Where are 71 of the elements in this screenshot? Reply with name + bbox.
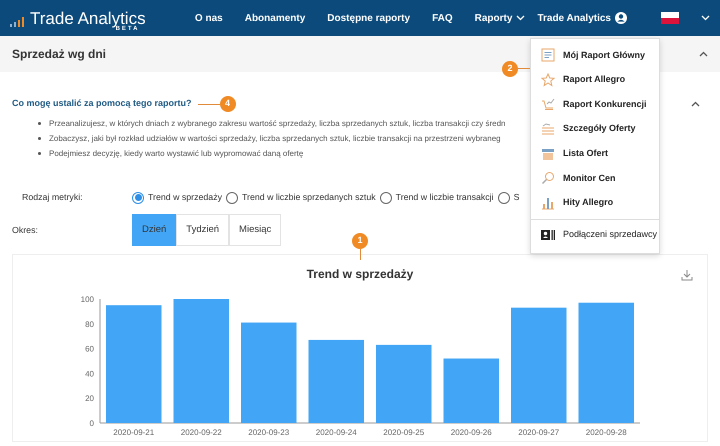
report-icon <box>541 196 555 210</box>
nav-link[interactable]: Dostępne raporty <box>327 10 410 26</box>
faq-question-link[interactable]: Co mogę ustalić za pomocą tego raportu? <box>12 97 192 111</box>
download-icon[interactable] <box>681 269 693 282</box>
chevron-up-icon[interactable] <box>699 51 708 57</box>
dropdown-item[interactable]: Podłączeni sprzedawcy <box>531 219 659 250</box>
dropdown-item[interactable]: Hity Allegro <box>531 190 659 216</box>
account-name[interactable]: Trade Analytics <box>537 10 611 26</box>
nav-link[interactable]: Raporty <box>474 10 526 26</box>
contact-card-icon <box>541 228 555 241</box>
bullet-text: Przeanalizujesz, w których dniach z wybranego zakresu wartość sprzedaży, liczba sprzedanych sztuk, liczba transakcji czy średn <box>49 118 506 130</box>
callout-marker: 2 <box>502 61 518 77</box>
chevron-down-icon[interactable] <box>701 15 710 21</box>
radio-icon[interactable] <box>132 192 144 204</box>
chevron-down-icon[interactable] <box>516 15 526 21</box>
nav-link[interactable]: FAQ <box>432 10 453 26</box>
x-tick-label: 2020-09-23 <box>248 428 290 438</box>
period-tab[interactable]: Tydzień <box>176 214 230 246</box>
bullet-text: Zobaczysz, jaki był rozkład udziałów w wartości sprzedaży, liczba sprzedanych sztuk, liczbie transakcji na przestrzeni wybraneg <box>49 133 501 145</box>
brand-name[interactable]: Trade Analytics <box>30 10 146 26</box>
radio-icon[interactable] <box>226 192 238 204</box>
chevron-up-icon[interactable] <box>691 101 700 107</box>
field-label: Okres: <box>12 224 39 237</box>
dropdown-item[interactable]: Monitor Cen <box>531 166 659 191</box>
dropdown-item[interactable]: Szczegóły Oferty <box>531 116 659 142</box>
callout-marker: 1 <box>352 233 368 249</box>
radio-option[interactable]: Trend w liczbie transakcji <box>380 191 494 204</box>
report-icon <box>541 48 555 62</box>
period-tab[interactable]: Miesiąc <box>229 214 282 246</box>
user-icon[interactable] <box>615 12 627 24</box>
dropdown-item[interactable]: Mój Raport Główny <box>531 43 659 68</box>
x-tick-label: 2020-09-26 <box>450 428 492 438</box>
x-tick-label: 2020-09-24 <box>316 428 357 438</box>
nav-link[interactable]: Abonamenty <box>244 10 306 26</box>
radio-icon[interactable] <box>380 192 392 204</box>
radio-icon[interactable] <box>498 192 510 204</box>
x-tick-label: 2020-09-27 <box>518 428 560 438</box>
x-tick-label: 2020-09-21 <box>113 428 154 438</box>
flag-icon[interactable] <box>661 12 679 24</box>
report-icon <box>541 72 555 87</box>
x-tick-label: 2020-09-25 <box>383 428 424 438</box>
radio-option[interactable]: Trend w liczbie sprzedanych sztuk <box>226 191 376 204</box>
radio-option[interactable]: S <box>498 191 520 204</box>
bullet-dot <box>38 137 41 140</box>
x-tick-label: 2020-09-28 <box>586 428 627 438</box>
callout-marker: 4 <box>220 96 236 112</box>
bullet-text: Podejmiesz decyzję, kiedy warto wystawić lub wypromować daną ofertę <box>49 148 304 160</box>
field-label: Rodzaj metryki: <box>22 191 84 204</box>
nav-link[interactable]: O nas <box>194 10 223 26</box>
y-tick-label: 20 <box>85 394 94 404</box>
y-tick-label: 40 <box>85 370 94 379</box>
report-icon <box>541 97 555 112</box>
report-icon <box>541 122 555 136</box>
logo-icon <box>10 16 26 26</box>
dropdown-item[interactable]: Lista Ofert <box>531 141 659 166</box>
y-tick-label: 0 <box>90 419 94 428</box>
bullet-dot <box>38 152 41 155</box>
report-icon <box>541 146 555 161</box>
chart-title: Trend w sprzedaży <box>306 266 414 284</box>
y-tick-label: 100 <box>80 295 94 304</box>
y-tick-label: 80 <box>85 320 94 330</box>
leader-line <box>518 68 530 69</box>
y-tick-label: 60 <box>85 345 94 354</box>
radio-option[interactable]: Trend w sprzedaży <box>132 191 222 204</box>
dropdown-item[interactable]: Raport Konkurencji <box>531 92 659 117</box>
report-icon <box>541 171 555 186</box>
period-tab[interactable]: Dzień <box>132 214 176 246</box>
section-title: Sprzedaż wg dni <box>12 46 106 63</box>
x-tick-label: 2020-09-22 <box>180 428 222 438</box>
leader-line <box>360 249 361 260</box>
bullet-dot <box>38 122 41 125</box>
